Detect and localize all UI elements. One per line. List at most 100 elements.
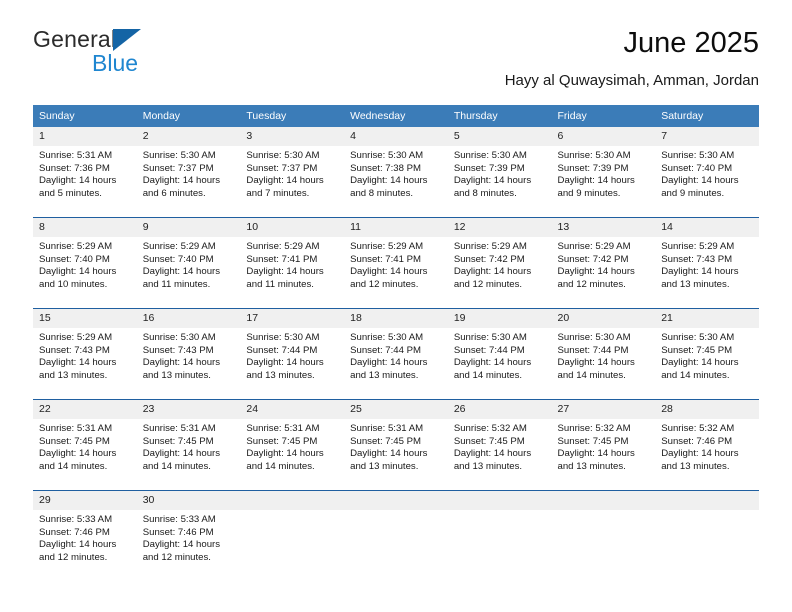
calendar-day-cell[interactable]: 16 Sunrise: 5:30 AM Sunset: 7:43 PM Dayligh… — [136, 308, 241, 400]
day-sunset-text: Sunset: 7:42 PM — [557, 253, 629, 265]
day-number: 1 — [33, 127, 137, 146]
day-sunrise-text: Sunrise: 5:32 AM — [557, 423, 631, 434]
calendar-day-cell[interactable]: 25 Sunrise: 5:31 AM Sunset: 7:45 PM Dayligh… — [344, 399, 448, 491]
day-daylight2-text: and 13 minutes. — [557, 460, 626, 472]
day-number: 5 — [447, 127, 552, 146]
day-daylight1-text: Daylight: 14 hours — [350, 357, 428, 369]
day-sunrise-text: Sunrise: 5:32 AM — [453, 423, 527, 434]
day-daylight1-text: Daylight: 14 hours — [246, 448, 324, 460]
calendar-day-cell[interactable]: 14 Sunrise: 5:29 AM Sunset: 7:43 PM Dayligh… — [655, 217, 759, 309]
calendar-day-cell[interactable]: 21 Sunrise: 5:30 AM Sunset: 7:45 PM Dayligh… — [655, 308, 759, 400]
day-daylight2-text: and 13 minutes. — [453, 460, 523, 472]
calendar-day-cell[interactable]: 4 Sunrise: 5:30 AM Sunset: 7:38 PM Daylight… — [344, 127, 448, 218]
day-sunset-text: Sunset: 7:44 PM — [453, 344, 525, 356]
day-daylight1-text: Daylight: 14 hours — [39, 539, 117, 551]
day-sunrise-text: Sunrise: 5:33 AM — [39, 514, 113, 525]
day-details: Sunrise: 5:30 AM Sunset: 7:37 PM Daylight:… — [240, 146, 344, 200]
calendar-day-cell[interactable]: 17 Sunrise: 5:30 AM Sunset: 7:44 PM Dayligh… — [240, 308, 345, 400]
title-block: June 2025 Hayy al Quwaysimah, Amman, Jor… — [505, 26, 759, 91]
calendar-day-cell[interactable]: 3 Sunrise: 5:30 AM Sunset: 7:37 PM Daylight… — [240, 127, 345, 218]
calendar-day-cell[interactable]: 9 Sunrise: 5:29 AM Sunset: 7:40 PM Daylight… — [136, 217, 241, 309]
calendar-day-cell[interactable]: 24 Sunrise: 5:31 AM Sunset: 7:45 PM Dayligh… — [240, 399, 345, 491]
page-title: June 2025 — [623, 27, 759, 59]
day-daylight2-text: and 10 minutes. — [39, 278, 108, 290]
day-details: Sunrise: 5:30 AM Sunset: 7:45 PM Daylight:… — [655, 328, 759, 382]
day-sunrise-text: Sunrise: 5:31 AM — [39, 150, 113, 161]
calendar-day-cell[interactable]: 2 Sunrise: 5:30 AM Sunset: 7:37 PM Daylight… — [136, 127, 241, 218]
calendar-day-cell[interactable]: 20 Sunrise: 5:30 AM Sunset: 7:44 PM Dayligh… — [551, 308, 656, 400]
day-sunrise-text: Sunrise: 5:29 AM — [39, 241, 113, 252]
calendar-day-cell[interactable]: 27 Sunrise: 5:32 AM Sunset: 7:45 PM Dayligh… — [551, 399, 656, 491]
day-details: Sunrise: 5:30 AM Sunset: 7:43 PM Daylight:… — [137, 328, 241, 382]
day-number: 30 — [136, 491, 241, 510]
day-daylight2-text: and 13 minutes. — [661, 278, 730, 290]
day-sunrise-text: Sunrise: 5:30 AM — [453, 332, 527, 343]
day-daylight1-text: Daylight: 14 hours — [350, 175, 428, 187]
calendar-day-cell[interactable]: 13 Sunrise: 5:29 AM Sunset: 7:42 PM Dayligh… — [551, 217, 656, 309]
calendar-week-row: 15 Sunrise: 5:29 AM Sunset: 7:43 PM Dayligh… — [33, 308, 759, 400]
day-sunrise-text: Sunrise: 5:29 AM — [557, 241, 631, 252]
day-daylight1-text: Daylight: 14 hours — [39, 448, 117, 460]
day-daylight1-text: Daylight: 14 hours — [142, 175, 221, 187]
day-daylight2-text: and 12 minutes. — [557, 278, 626, 290]
day-daylight1-text: Daylight: 14 hours — [661, 266, 739, 278]
day-details: Sunrise: 5:29 AM Sunset: 7:43 PM Daylight:… — [33, 328, 137, 382]
calendar-day-cell[interactable]: 28 Sunrise: 5:32 AM Sunset: 7:46 PM Dayligh… — [655, 399, 759, 491]
day-sunset-text: Sunset: 7:45 PM — [557, 435, 629, 447]
day-number: 18 — [344, 309, 448, 328]
day-daylight2-text: and 14 minutes. — [246, 460, 315, 472]
weekday-header-sunday: Sunday — [33, 105, 137, 127]
brand-logo[interactable]: General Blue — [33, 26, 253, 88]
day-daylight2-text: and 13 minutes. — [350, 369, 419, 381]
calendar-day-cell[interactable]: 18 Sunrise: 5:30 AM Sunset: 7:44 PM Dayligh… — [344, 308, 448, 400]
calendar-day-cell[interactable]: 5 Sunrise: 5:30 AM Sunset: 7:39 PM Daylight… — [447, 127, 552, 218]
calendar-day-cell[interactable]: 19 Sunrise: 5:30 AM Sunset: 7:44 PM Dayligh… — [447, 308, 552, 400]
day-daylight2-text: and 14 minutes. — [557, 369, 626, 381]
calendar-day-cell[interactable]: 1 Sunrise: 5:31 AM Sunset: 7:36 PM Daylight… — [33, 127, 137, 218]
day-sunset-text: Sunset: 7:41 PM — [350, 253, 422, 265]
calendar-day-cell[interactable]: 26 Sunrise: 5:32 AM Sunset: 7:45 PM Dayligh… — [447, 399, 552, 491]
day-details: Sunrise: 5:33 AM Sunset: 7:46 PM Daylight:… — [33, 510, 137, 564]
calendar-day-cell[interactable]: 15 Sunrise: 5:29 AM Sunset: 7:43 PM Dayligh… — [33, 308, 137, 400]
day-number: 4 — [344, 127, 448, 146]
calendar-week-row: 22 Sunrise: 5:31 AM Sunset: 7:45 PM Dayligh… — [33, 399, 759, 491]
day-sunrise-text: Sunrise: 5:30 AM — [453, 150, 527, 161]
calendar-day-cell[interactable]: 22 Sunrise: 5:31 AM Sunset: 7:45 PM Dayligh… — [33, 399, 137, 491]
day-number: 14 — [655, 218, 759, 237]
calendar-day-cell[interactable]: 8 Sunrise: 5:29 AM Sunset: 7:40 PM Daylight… — [33, 217, 137, 309]
weekday-header-saturday: Saturday — [655, 105, 759, 127]
day-daylight2-text: and 12 minutes. — [39, 551, 108, 563]
day-sunset-text: Sunset: 7:44 PM — [246, 344, 318, 356]
day-number: 19 — [447, 309, 552, 328]
brand-logo-text-general: General — [33, 26, 253, 52]
calendar-day-cell[interactable]: 29 Sunrise: 5:33 AM Sunset: 7:46 PM Dayligh… — [33, 490, 137, 581]
day-daylight1-text: Daylight: 14 hours — [661, 357, 739, 369]
day-sunset-text: Sunset: 7:45 PM — [661, 344, 733, 356]
calendar-day-cell[interactable]: 23 Sunrise: 5:31 AM Sunset: 7:45 PM Dayligh… — [136, 399, 241, 491]
calendar-day-cell[interactable]: 10 Sunrise: 5:29 AM Sunset: 7:41 PM Dayligh… — [240, 217, 345, 309]
day-daylight1-text: Daylight: 14 hours — [142, 448, 221, 460]
day-daylight2-text: and 5 minutes. — [39, 187, 102, 199]
calendar-day-cell[interactable]: 12 Sunrise: 5:29 AM Sunset: 7:42 PM Dayligh… — [447, 217, 552, 309]
day-sunrise-text: Sunrise: 5:30 AM — [350, 150, 424, 161]
calendar-day-cell[interactable]: 11 Sunrise: 5:29 AM Sunset: 7:41 PM Dayligh… — [344, 217, 448, 309]
day-sunset-text: Sunset: 7:40 PM — [142, 253, 214, 265]
day-number: 28 — [655, 400, 759, 419]
day-number: 15 — [33, 309, 137, 328]
day-sunset-text: Sunset: 7:44 PM — [350, 344, 422, 356]
day-details: Sunrise: 5:30 AM Sunset: 7:44 PM Daylight:… — [344, 328, 448, 382]
day-daylight2-text: and 7 minutes. — [246, 187, 310, 199]
day-daylight2-text: and 9 minutes. — [661, 187, 725, 199]
day-details: Sunrise: 5:32 AM Sunset: 7:46 PM Daylight:… — [655, 419, 759, 473]
day-daylight2-text: and 12 minutes. — [142, 551, 211, 563]
day-daylight1-text: Daylight: 14 hours — [350, 448, 428, 460]
weekday-header: Sunday Monday Tuesday Wednesday Thursday Frid… — [33, 105, 759, 127]
day-sunset-text: Sunset: 7:43 PM — [39, 344, 110, 356]
brand-general-label: General — [33, 26, 117, 52]
calendar-day-cell[interactable]: 6 Sunrise: 5:30 AM Sunset: 7:39 PM Daylight… — [551, 127, 656, 218]
calendar-week-row: 8 Sunrise: 5:29 AM Sunset: 7:40 PM Daylight… — [33, 217, 759, 309]
day-number: 22 — [33, 400, 137, 419]
calendar-day-cell[interactable]: 30 Sunrise: 5:33 AM Sunset: 7:46 PM Dayligh… — [136, 490, 241, 581]
day-daylight2-text: and 12 minutes. — [350, 278, 419, 290]
calendar-day-cell[interactable]: 7 Sunrise: 5:30 AM Sunset: 7:40 PM Daylight… — [655, 127, 759, 218]
